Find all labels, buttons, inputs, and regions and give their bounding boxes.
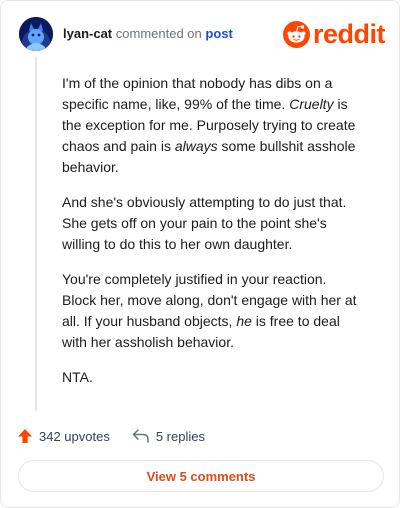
user-avatar[interactable] [19,17,53,51]
reddit-logo[interactable]: reddit [282,19,386,49]
post-link[interactable]: post [205,26,232,41]
comment-card: lyan-cat commented on post reddit I'm of… [0,0,400,508]
replies-button[interactable]: 5 replies [132,428,205,444]
view-comments-button[interactable]: View 5 comments [18,460,384,492]
cat-avatar-icon [19,17,53,51]
reddit-alien-icon [282,20,310,48]
upvote-button[interactable]: 342 upvotes [17,428,110,444]
comment-paragraph-4: NTA. [62,369,93,385]
reddit-wordmark: reddit [312,19,386,49]
comment-actions: 342 upvotes 5 replies [17,425,205,447]
reply-count: 5 replies [155,428,205,444]
comment-header: lyan-cat commented on post reddit [19,17,386,53]
upvote-count: 342 upvotes [39,428,110,444]
reply-arrow-icon [132,429,149,443]
thread-line [35,57,37,411]
comment-body: I'm of the opinion that nobody has dibs … [62,73,362,402]
upvote-arrow-icon [18,429,32,443]
username[interactable]: lyan-cat [63,26,112,41]
comment-meta: lyan-cat commented on post [63,26,233,42]
comment-paragraph-2: And she's obviously attempting to do jus… [62,194,347,252]
comment-paragraph-1: I'm of the opinion that nobody has dibs … [62,75,356,175]
comment-paragraph-3: You're completely justified in your reac… [62,271,357,350]
action-text: commented on [115,26,202,41]
